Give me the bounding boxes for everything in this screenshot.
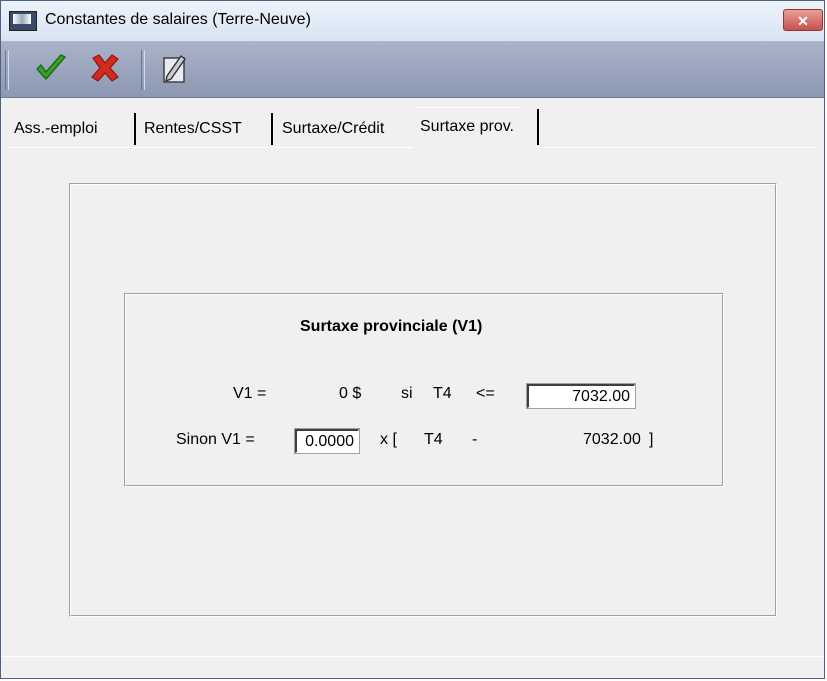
edit-button[interactable] [154,51,194,89]
tab-divider [134,113,136,145]
tab-ass-emploi[interactable]: Ass.-emploi [9,111,103,147]
surtaxe-heading: Surtaxe provinciale (V1) [300,318,483,335]
t4-label-2: T4 [424,431,443,448]
t4-label: T4 [433,385,452,402]
window: Constantes de salaires (Terre-Neuve) ✕ A… [0,0,825,679]
rate-field[interactable]: 0.0000 [294,428,360,454]
cancel-button[interactable] [85,51,125,89]
close-button[interactable]: ✕ [783,9,823,31]
minus-operator: - [472,431,478,448]
app-icon [9,11,37,31]
red-x-icon [89,53,121,88]
tab-baseline [535,147,815,148]
threshold-field[interactable]: 7032.00 [526,383,636,409]
tab-divider [537,109,539,145]
toolbar [1,42,824,98]
sinon-v1-label: Sinon V1 = [176,431,255,448]
lte-operator: <= [476,385,495,402]
checkmark-icon [34,53,68,88]
window-bottom-edge [1,656,824,657]
close-bracket: ] [649,431,654,448]
multiply-bracket: x [ [380,431,397,448]
tab-rentes-csst[interactable]: Rentes/CSST [139,111,247,147]
threshold-display: 7032.00 [583,431,641,448]
window-title: Constantes de salaires (Terre-Neuve) [45,11,311,28]
pencil-icon [159,52,189,89]
tab-surtaxe-credit[interactable]: Surtaxe/Crédit [277,111,389,147]
tab-divider [271,113,273,145]
confirm-button[interactable] [31,51,71,89]
si-label: si [401,385,413,402]
toolbar-separator [141,50,145,90]
v1-label: V1 = [233,385,267,402]
tab-surtaxe-prov[interactable]: Surtaxe prov. [415,107,519,148]
title-bar: Constantes de salaires (Terre-Neuve) ✕ [1,1,824,42]
tab-baseline [9,147,413,148]
toolbar-separator [5,50,9,90]
zero-amount: 0 $ [339,385,362,402]
